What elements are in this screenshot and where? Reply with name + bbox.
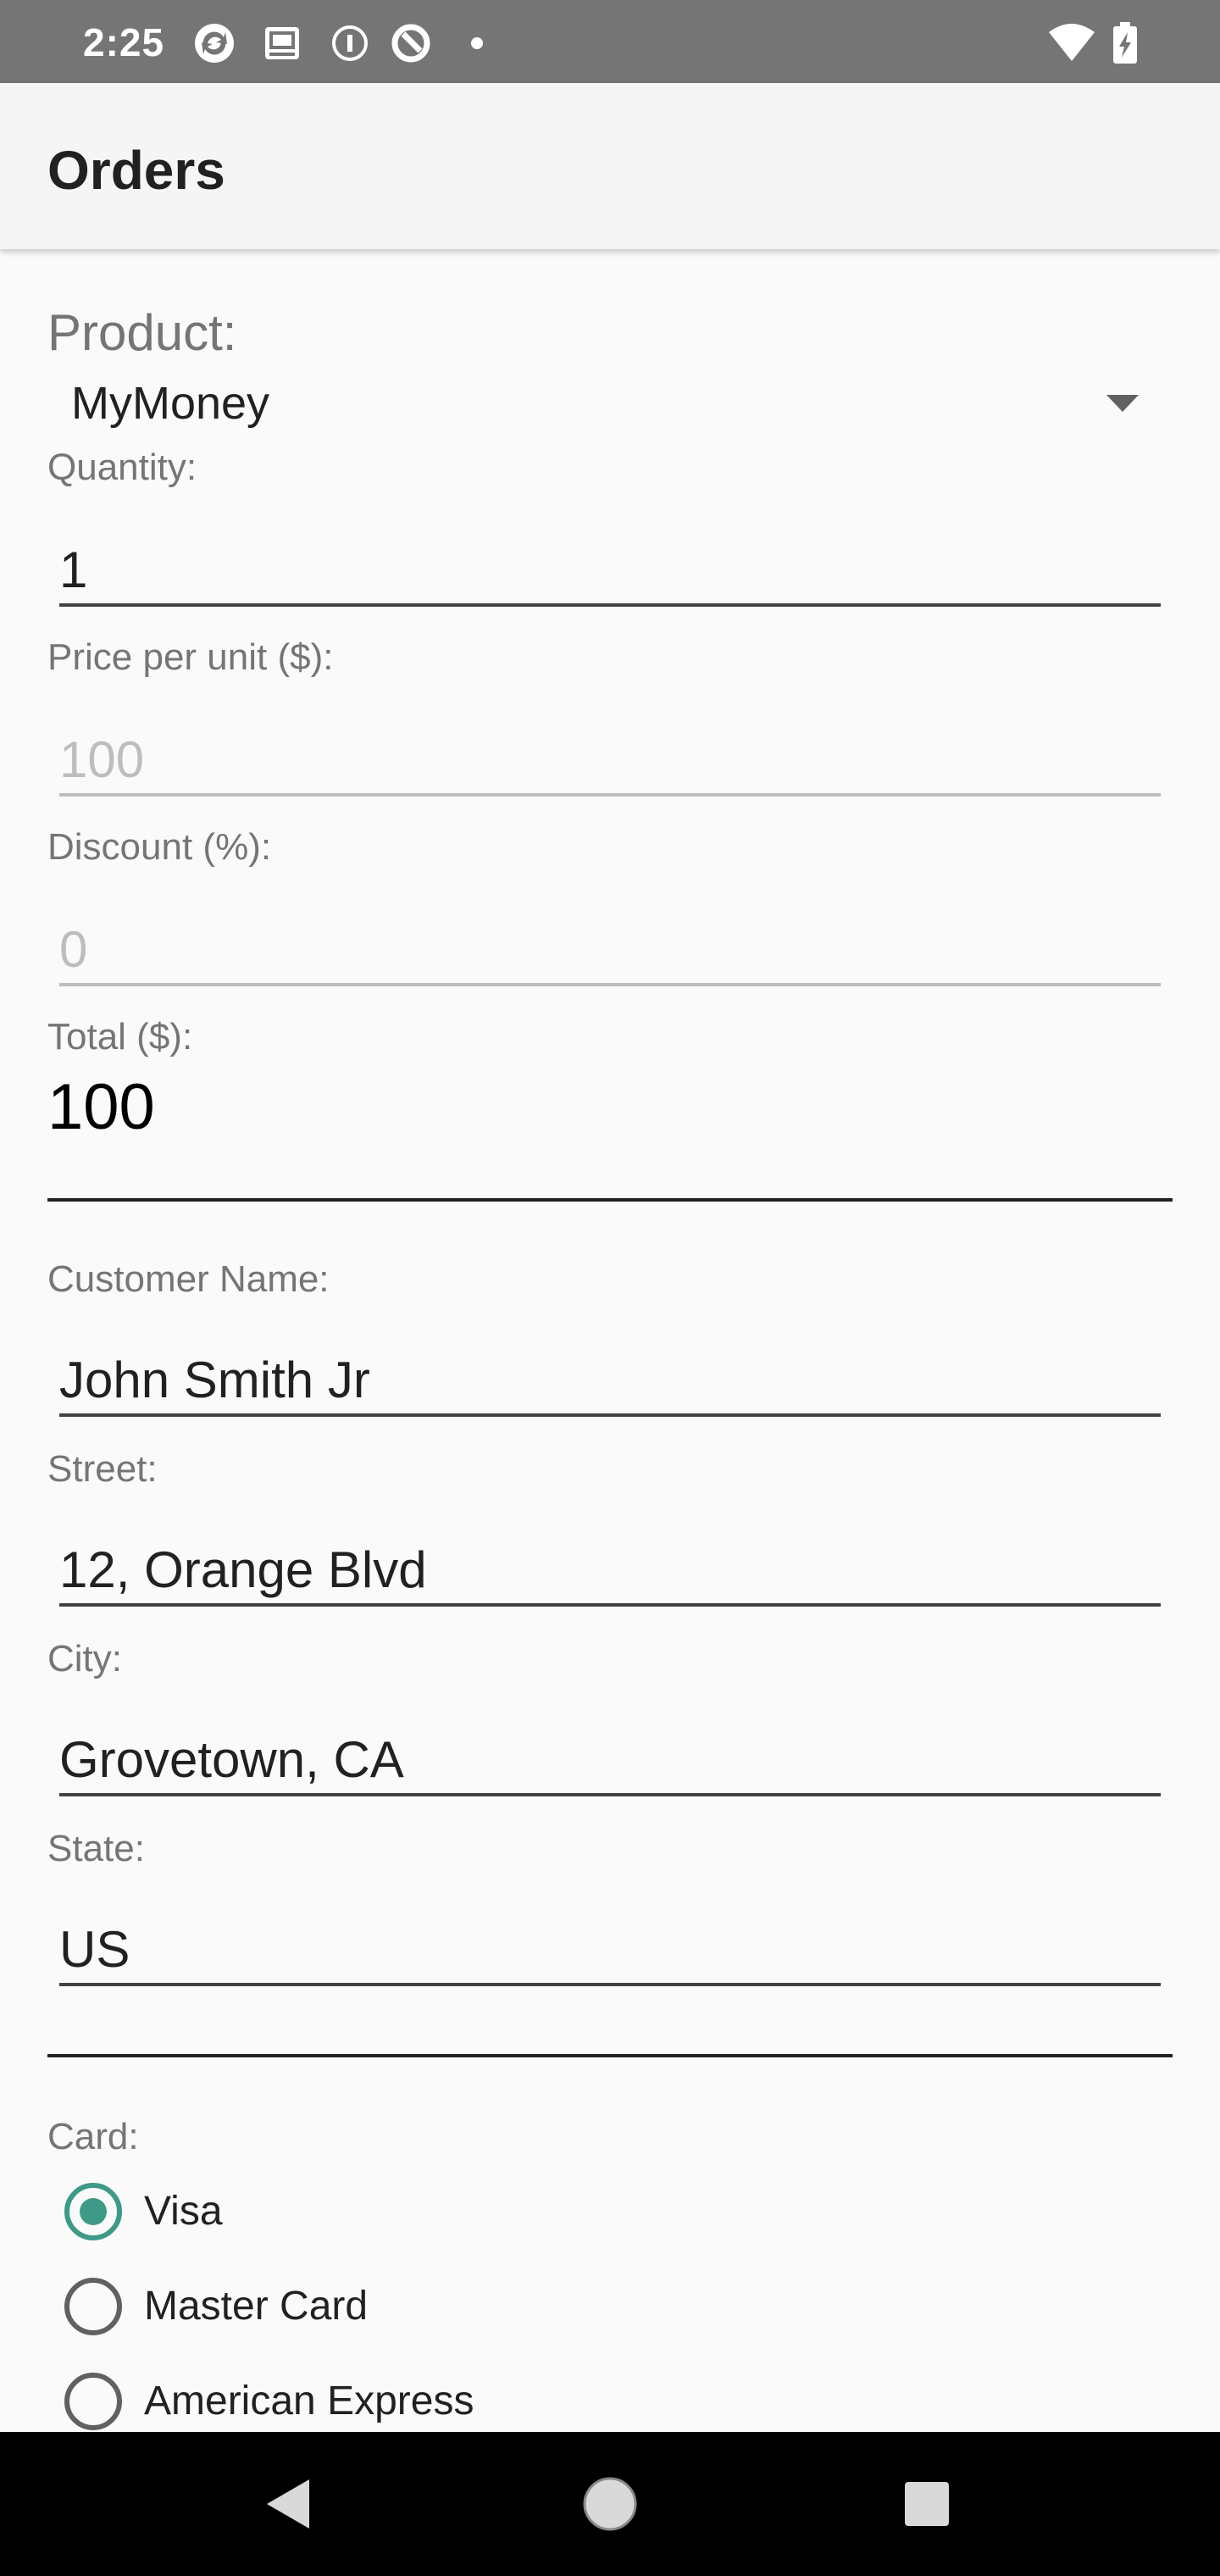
discount-value: 0 xyxy=(59,921,88,978)
city-label: City: xyxy=(47,1638,122,1679)
radio-master-card[interactable]: Master Card xyxy=(63,2273,825,2340)
quantity-field[interactable]: 1 xyxy=(59,519,1161,607)
radio-label: Visa xyxy=(144,2189,223,2234)
customer-name-value: John Smith Jr xyxy=(59,1352,370,1408)
street-label: Street: xyxy=(47,1448,158,1490)
sync-icon xyxy=(193,22,236,64)
price-field: 100 xyxy=(59,708,1161,797)
back-icon[interactable] xyxy=(252,2466,328,2542)
city-value: Grovetown, CA xyxy=(59,1731,404,1788)
radio-american-express[interactable]: American Express xyxy=(63,2368,825,2435)
chevron-down-icon xyxy=(1106,395,1139,412)
city-field[interactable]: Grovetown, CA xyxy=(59,1708,1161,1796)
product-label: Product: xyxy=(47,304,237,361)
total-label: Total ($): xyxy=(47,1016,193,1058)
price-label: Price per unit ($): xyxy=(47,636,334,678)
home-icon[interactable] xyxy=(572,2466,648,2542)
radio-visa[interactable]: Visa xyxy=(63,2178,825,2246)
quantity-label: Quantity: xyxy=(47,447,197,488)
discount-field: 0 xyxy=(59,898,1161,986)
status-bar: 2:25 xyxy=(0,0,1220,83)
ring-icon xyxy=(390,22,432,64)
app-bar: Orders xyxy=(0,83,1220,249)
product-dropdown[interactable]: MyMoney xyxy=(47,366,1140,442)
total-value: 100 xyxy=(47,1071,155,1143)
radio-checked-icon xyxy=(64,2183,122,2240)
state-field[interactable]: US xyxy=(59,1898,1161,1986)
radio-label: Master Card xyxy=(144,2284,369,2329)
street-field[interactable]: 12, Orange Blvd xyxy=(59,1518,1161,1607)
street-value: 12, Orange Blvd xyxy=(59,1541,427,1598)
wifi-icon xyxy=(1047,22,1096,64)
battery-charging-icon xyxy=(1112,22,1139,64)
quantity-value: 1 xyxy=(59,541,88,598)
discount-label: Discount (%): xyxy=(47,826,272,868)
navigation-bar xyxy=(0,2432,1220,2576)
divider xyxy=(47,2054,1173,2057)
info-icon xyxy=(329,22,371,64)
product-selected-value: MyMoney xyxy=(71,378,270,429)
card-label: Card: xyxy=(47,2116,139,2157)
radio-unchecked-icon xyxy=(64,2373,122,2430)
state-value: US xyxy=(59,1921,130,1978)
page-title: Orders xyxy=(47,140,225,201)
radio-unchecked-icon xyxy=(64,2278,122,2335)
radio-label: American Express xyxy=(144,2379,474,2423)
price-value: 100 xyxy=(59,731,145,788)
status-time: 2:25 xyxy=(83,20,165,64)
state-label: State: xyxy=(47,1828,145,1869)
dot-icon xyxy=(466,22,491,64)
customer-name-label: Customer Name: xyxy=(47,1258,330,1300)
photo-card-icon xyxy=(261,22,303,64)
recents-icon[interactable] xyxy=(889,2466,965,2542)
customer-name-field[interactable]: John Smith Jr xyxy=(59,1329,1161,1417)
divider xyxy=(47,1198,1173,1202)
